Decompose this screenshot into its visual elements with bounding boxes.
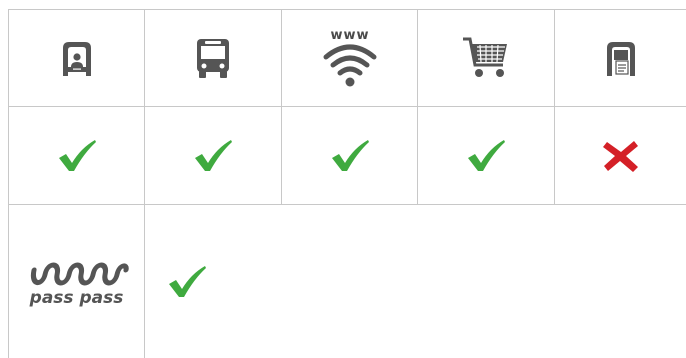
pass-pass-logo-cell: pass pass (9, 205, 144, 358)
checkmark-shape (169, 265, 206, 297)
checkmark-shape (468, 139, 505, 171)
availability-cell-web (282, 107, 417, 204)
availability-table: www pass pass (0, 0, 686, 358)
checkmark-shape (58, 139, 96, 171)
checkmark-icon (468, 139, 505, 171)
cross-shape (602, 140, 638, 172)
checkmark-icon (331, 139, 369, 171)
checkmark-shape (331, 139, 369, 171)
availability-cell-bus (145, 107, 281, 204)
bus-icon (197, 39, 229, 78)
ticket-machine-icon (606, 42, 635, 76)
header-cell-shop (418, 10, 554, 106)
shopping-cart-icon (463, 37, 507, 77)
header-cell-desk (9, 10, 144, 106)
checkmark-shape (195, 139, 232, 171)
checkmark-icon (169, 265, 206, 297)
header-cell-bus (145, 10, 281, 106)
ticket-desk-icon (62, 42, 91, 76)
availability-cell-machine (555, 107, 686, 204)
availability-cell-shop (418, 107, 554, 204)
checkmark-icon (195, 139, 232, 171)
pass-pass-availability-cell (145, 205, 229, 358)
web-wifi-icon: www (323, 28, 376, 87)
pass-pass-logo-icon (30, 262, 129, 286)
www-label: www (330, 28, 369, 43)
checkmark-icon (58, 139, 96, 171)
availability-cell-desk (9, 107, 144, 204)
pass-pass-brand-text: pass pass (29, 288, 124, 308)
cross-icon (602, 140, 638, 172)
header-cell-web: www (282, 10, 417, 106)
header-cell-machine (555, 10, 686, 106)
